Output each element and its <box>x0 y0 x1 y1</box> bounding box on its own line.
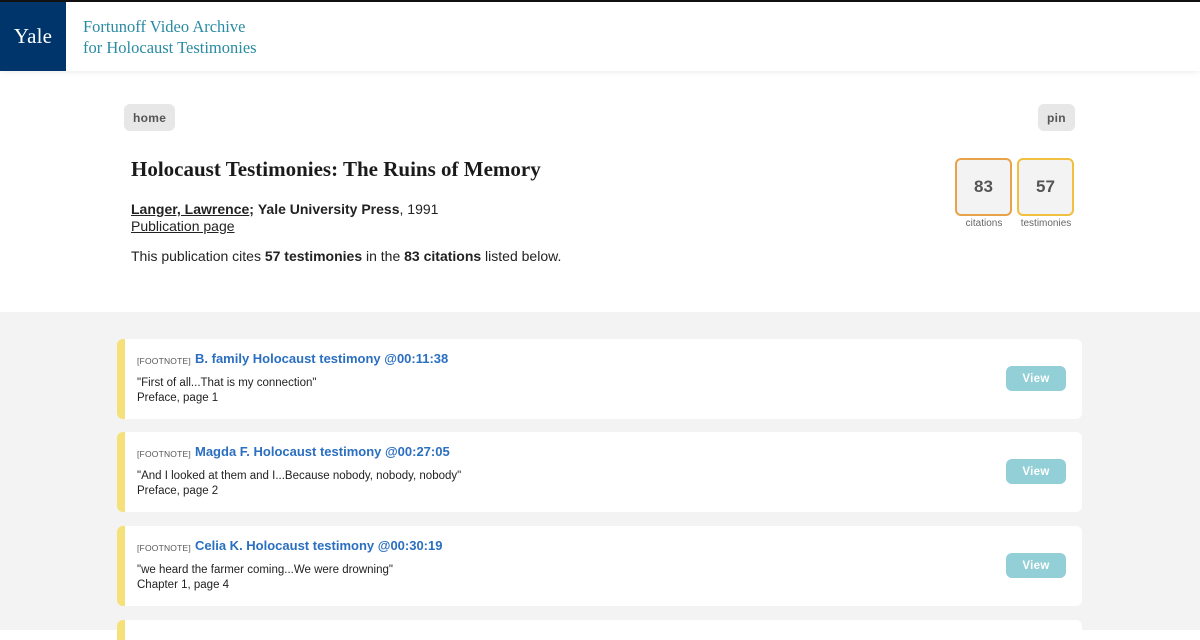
citation-location: Chapter 1, page 4 <box>137 579 230 591</box>
summary-suffix: listed below. <box>481 248 562 264</box>
yale-logo[interactable]: Yale <box>0 2 66 71</box>
publication-page-link[interactable]: Publication page <box>131 218 235 234</box>
testimonies-label: testimonies <box>1020 218 1072 229</box>
site-title-line2: for Holocaust Testimonies <box>83 38 257 57</box>
home-button[interactable]: home <box>124 104 176 131</box>
author-link[interactable]: Langer, Lawrence <box>131 201 249 217</box>
view-button[interactable]: View <box>1006 553 1066 578</box>
summary-middle: in the <box>362 248 405 264</box>
pin-button[interactable]: pin <box>1038 104 1075 131</box>
publisher-name: Yale University Press <box>257 201 400 217</box>
citation-card: [FOOTNOTE] Magda F. Holocaust testimony … <box>117 432 1082 512</box>
citations-label: citations <box>965 218 1003 229</box>
view-button[interactable]: View <box>1006 459 1066 484</box>
citation-tag: [FOOTNOTE] <box>137 449 191 459</box>
testimony-link[interactable]: Magda F. Holocaust testimony @00:27:05 <box>195 444 450 459</box>
page-title: Holocaust Testimonies: The Ruins of Memo… <box>131 157 541 181</box>
citation-tag: [FOOTNOTE] <box>137 356 191 366</box>
citation-location: Preface, page 2 <box>137 485 219 497</box>
summary-testimonies: 57 testimonies <box>264 248 363 264</box>
citation-card-partial <box>117 620 1082 640</box>
citation-quote: "And I looked at them and I...Because no… <box>137 470 462 482</box>
site-header: Yale Fortunoff Video Archive for Holocau… <box>0 0 1200 71</box>
site-title[interactable]: Fortunoff Video Archive for Holocaust Te… <box>83 16 257 58</box>
summary-citations: 83 citations <box>404 248 482 264</box>
citation-card: [FOOTNOTE] B. family Holocaust testimony… <box>117 339 1082 419</box>
citation-summary: This publication cites 57 testimonies in… <box>131 248 561 264</box>
testimony-link[interactable]: B. family Holocaust testimony @00:11:38 <box>195 351 448 366</box>
testimony-link[interactable]: Celia K. Holocaust testimony @00:30:19 <box>195 538 442 553</box>
summary-prefix: This publication cites <box>131 248 265 264</box>
testimonies-count-box[interactable]: 57 <box>1017 158 1074 216</box>
site-title-line1: Fortunoff Video Archive <box>83 17 246 36</box>
publication-meta: Langer, Lawrence; Yale University Press,… <box>131 201 438 218</box>
citation-location: Preface, page 1 <box>137 392 219 404</box>
publication-year: , 1991 <box>399 201 439 217</box>
citation-quote: "First of all...That is my connection" <box>137 377 317 389</box>
citations-count-box[interactable]: 83 <box>955 158 1012 216</box>
citation-tag: [FOOTNOTE] <box>137 543 191 553</box>
meta-separator: ; <box>249 201 254 217</box>
view-button[interactable]: View <box>1006 366 1066 391</box>
citation-quote: "we heard the farmer coming...We were dr… <box>137 564 393 576</box>
citation-card: [FOOTNOTE] Celia K. Holocaust testimony … <box>117 526 1082 606</box>
